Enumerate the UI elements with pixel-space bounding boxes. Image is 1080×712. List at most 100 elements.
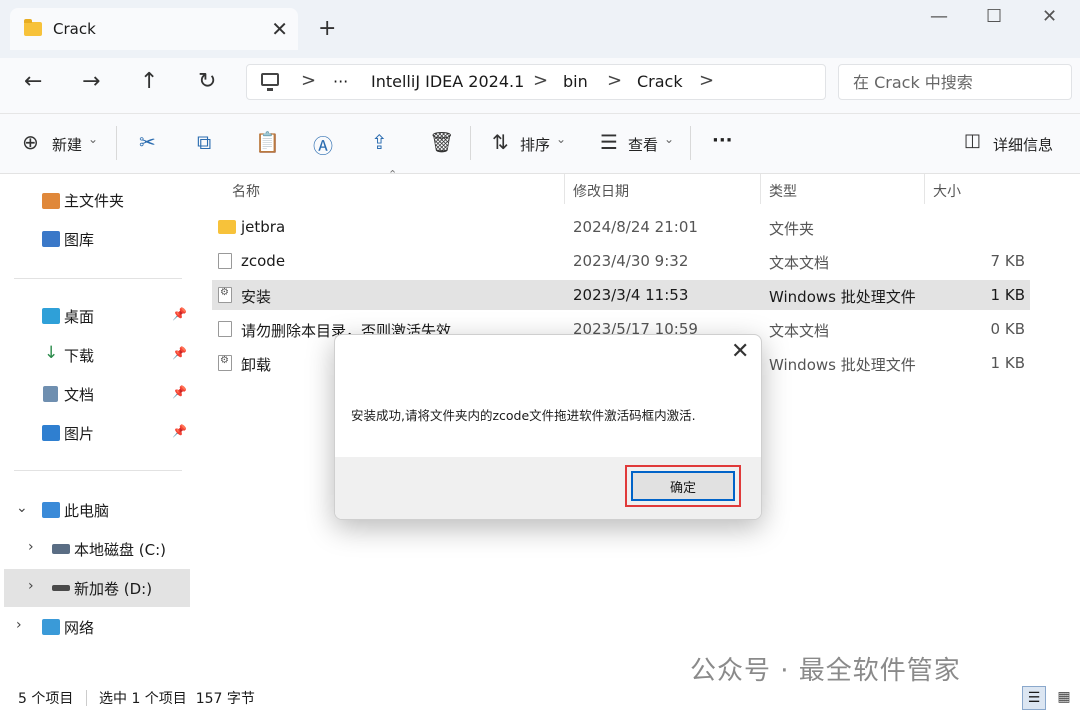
- document-icon: [43, 386, 58, 402]
- drive-icon: [52, 585, 70, 591]
- tiles-view-icon[interactable]: ▦: [1052, 686, 1076, 710]
- file-name: zcode: [241, 252, 286, 270]
- sidebar-item-label: 新加卷 (D:): [74, 580, 153, 598]
- up-button[interactable]: ↑: [140, 69, 158, 94]
- sidebar-item-drive-d[interactable]: › 新加卷 (D:): [4, 569, 190, 607]
- file-modified: 2024/8/24 21:01: [573, 218, 698, 236]
- maximize-button[interactable]: ☐: [986, 6, 1002, 27]
- file-row[interactable]: jetbra 2024/8/24 21:01 文件夹: [212, 212, 1030, 242]
- column-header-name[interactable]: 名称: [232, 181, 260, 201]
- view-button[interactable]: 查看: [628, 134, 658, 155]
- forward-button[interactable]: →: [82, 69, 100, 94]
- delete-icon[interactable]: 🗑: [429, 130, 454, 154]
- sidebar-item-label: 主文件夹: [64, 192, 125, 210]
- selection-info: 选中 1 个项目 157 字节: [99, 691, 255, 707]
- file-size: 7 KB: [990, 252, 1025, 270]
- tab-crack[interactable]: Crack ✕: [10, 8, 298, 50]
- breadcrumb-crack[interactable]: Crack: [637, 72, 683, 91]
- column-header-type[interactable]: 类型: [769, 181, 797, 201]
- file-name: 安装: [241, 288, 272, 306]
- chevron-right-icon: >: [607, 70, 623, 91]
- close-tab-icon[interactable]: ✕: [271, 17, 288, 41]
- file-size: 1 KB: [990, 354, 1025, 372]
- new-tab-button[interactable]: +: [318, 16, 336, 41]
- more-options-button[interactable]: ···: [712, 130, 733, 151]
- ok-button[interactable]: 确定: [631, 471, 735, 501]
- computer-icon: [261, 73, 279, 91]
- status-divider: [86, 690, 87, 706]
- sidebar-item-drive-c[interactable]: › 本地磁盘 (C:): [0, 530, 190, 568]
- chevron-right-icon[interactable]: ›: [28, 578, 34, 594]
- computer-icon: [42, 502, 60, 518]
- close-window-button[interactable]: ✕: [1042, 6, 1057, 27]
- share-icon[interactable]: ⇪: [371, 130, 388, 154]
- item-count: 5 个项目: [18, 691, 74, 707]
- sidebar-item-home[interactable]: 主文件夹: [0, 181, 190, 219]
- navigation-pane: 主文件夹 图库 桌面 📌 ↓ 下载 📌 文档 📌 图片 📌 ⌄ 此电脑 › 本地…: [0, 174, 192, 682]
- divider: [14, 470, 182, 471]
- message-dialog: ✕ 安装成功,请将文件夹内的zcode文件拖进软件激活码框内激活. 确定: [334, 334, 762, 520]
- chevron-right-icon[interactable]: ›: [28, 539, 34, 555]
- sidebar-item-network[interactable]: › 网络: [0, 608, 190, 646]
- pin-icon[interactable]: 📌: [172, 346, 187, 360]
- sidebar-item-gallery[interactable]: 图库: [0, 220, 190, 258]
- paste-icon[interactable]: 📋: [255, 130, 280, 154]
- details-view-icon[interactable]: ☰: [1022, 686, 1046, 710]
- status-bar: 5 个项目 选中 1 个项目 157 字节 ☰ ▦: [0, 682, 1080, 712]
- batch-file-icon: [218, 287, 232, 303]
- file-type: Windows 批处理文件: [769, 288, 916, 306]
- new-button[interactable]: 新建: [52, 134, 82, 155]
- column-header-size[interactable]: 大小: [933, 181, 961, 201]
- column-divider[interactable]: [760, 174, 761, 204]
- search-box[interactable]: [838, 64, 1072, 100]
- toolbar-divider: [470, 126, 471, 160]
- details-pane-icon: ◫: [964, 130, 982, 151]
- chevron-right-icon[interactable]: ›: [16, 617, 22, 633]
- sort-ascending-icon: ⌃: [388, 168, 398, 181]
- search-input[interactable]: [839, 65, 1071, 99]
- sidebar-item-documents[interactable]: 文档 📌: [0, 375, 190, 413]
- address-bar[interactable]: > ··· IntelliJ IDEA 2024.1 > bin > Crack…: [246, 64, 826, 100]
- pin-icon[interactable]: 📌: [172, 307, 187, 321]
- copy-icon[interactable]: ⧉: [197, 130, 211, 154]
- folder-icon: [218, 220, 236, 234]
- highlight-box: 确定: [625, 465, 741, 507]
- file-name: jetbra: [241, 218, 286, 236]
- breadcrumb-intellij[interactable]: IntelliJ IDEA 2024.1: [371, 72, 524, 91]
- chevron-down-icon[interactable]: ⌄: [16, 500, 28, 516]
- view-icon: ☰: [600, 130, 618, 154]
- rename-icon[interactable]: Ⓐ: [313, 130, 333, 159]
- breadcrumb-more[interactable]: ···: [333, 72, 348, 91]
- pin-icon[interactable]: 📌: [172, 424, 187, 438]
- minimize-button[interactable]: —: [930, 6, 948, 27]
- breadcrumb-bin[interactable]: bin: [563, 72, 588, 91]
- pin-icon[interactable]: 📌: [172, 385, 187, 399]
- command-bar: ⊕ 新建 ⌄ ✂ ⧉ 📋 Ⓐ ⇪ 🗑 ⇅ 排序 ⌄ ☰ 查看 ⌄ ··· ◫ 详…: [0, 114, 1080, 174]
- toolbar-divider: [690, 126, 691, 160]
- sidebar-item-desktop[interactable]: 桌面 📌: [0, 297, 190, 335]
- back-button[interactable]: ←: [24, 69, 42, 94]
- column-header-modified[interactable]: 修改日期: [573, 181, 629, 201]
- column-divider[interactable]: [924, 174, 925, 204]
- chevron-down-icon: ⌄: [556, 132, 567, 146]
- sidebar-item-pictures[interactable]: 图片 📌: [0, 414, 190, 452]
- dialog-close-button[interactable]: ✕: [731, 339, 749, 364]
- sidebar-item-this-pc[interactable]: ⌄ 此电脑: [0, 491, 190, 529]
- sidebar-item-downloads[interactable]: ↓ 下载 📌: [0, 336, 190, 374]
- cut-icon[interactable]: ✂: [139, 130, 156, 154]
- file-row[interactable]: zcode 2023/4/30 9:32 文本文档 7 KB: [212, 246, 1030, 276]
- file-type: 文件夹: [769, 220, 815, 238]
- column-divider[interactable]: [564, 174, 565, 204]
- refresh-button[interactable]: ↻: [198, 69, 216, 94]
- divider: [14, 278, 182, 279]
- toolbar-divider: [116, 126, 117, 160]
- sidebar-item-label: 图库: [64, 231, 95, 249]
- text-file-icon: [218, 321, 232, 337]
- sort-button[interactable]: 排序: [520, 134, 550, 155]
- sidebar-item-label: 文档: [64, 386, 95, 404]
- gallery-icon: [42, 231, 60, 247]
- file-row-selected[interactable]: 安装 2023/3/4 11:53 Windows 批处理文件 1 KB: [212, 280, 1030, 310]
- chevron-right-icon[interactable]: >: [699, 70, 714, 91]
- details-button[interactable]: 详细信息: [993, 134, 1053, 155]
- sidebar-item-label: 桌面: [64, 308, 95, 326]
